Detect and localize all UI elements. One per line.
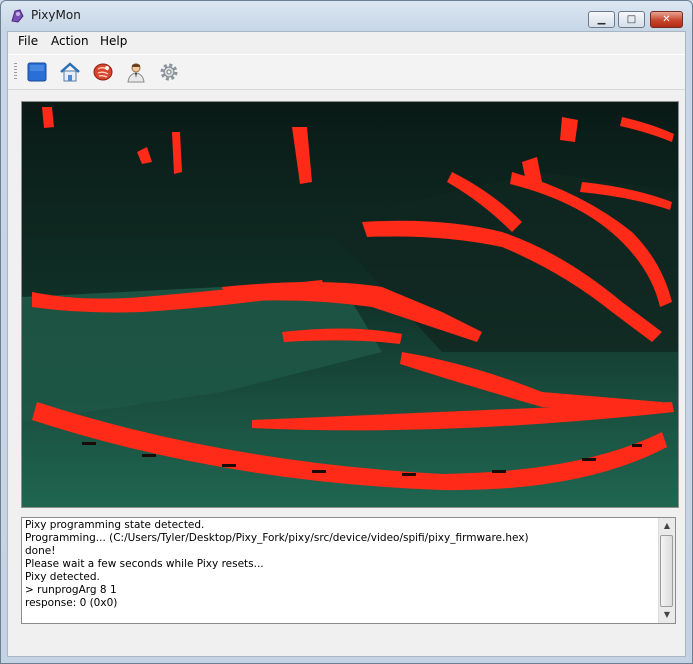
scroll-up-icon[interactable]: ▲ (660, 519, 674, 533)
menu-help[interactable]: Help (100, 34, 127, 48)
window-title: PixyMon (31, 8, 81, 22)
user-button[interactable] (125, 61, 147, 83)
video-view[interactable] (21, 101, 679, 508)
scroll-thumb[interactable] (660, 535, 673, 607)
home-button[interactable] (59, 61, 81, 83)
log-line: Please wait a few seconds while Pixy res… (25, 558, 264, 570)
toolbar-grip[interactable] (14, 63, 17, 81)
raw-video-button[interactable] (92, 61, 114, 83)
menu-file[interactable]: File (18, 34, 38, 48)
pixymon-app-icon (11, 9, 24, 23)
log-line: > runprogArg 8 1 (25, 584, 117, 596)
user-icon (127, 63, 145, 83)
menu-bar: File Action Help (8, 32, 685, 52)
stop-button[interactable] (26, 61, 48, 83)
title-bar[interactable]: PixyMon ▁ □ ✕ (1, 1, 692, 31)
log-line: response: 0 (0x0) (25, 597, 118, 609)
log-line: done! (25, 545, 56, 557)
main-area: File Action Help Pixy programming state … (7, 31, 686, 657)
stop-icon (27, 62, 47, 82)
toolbar (8, 54, 685, 90)
close-button[interactable]: ✕ (650, 11, 683, 28)
status-bar (8, 636, 685, 656)
log-line: Pixy programming state detected. (25, 519, 205, 531)
maximize-button[interactable]: □ (618, 11, 645, 28)
menu-action[interactable]: Action (51, 34, 89, 48)
settings-button[interactable] (158, 61, 180, 83)
log-line: Pixy detected. (25, 571, 100, 583)
home-icon (60, 62, 80, 82)
pixymon-window: PixyMon ▁ □ ✕ File Action Help Pixy prog… (0, 0, 693, 664)
log-text: Pixy programming state detected. Programm… (25, 519, 655, 610)
log-line: Programming... (C:/Users/Tyler/Desktop/P… (25, 532, 529, 544)
minimize-button[interactable]: ▁ (588, 11, 615, 28)
console-log[interactable]: Pixy programming state detected. Programm… (21, 517, 676, 624)
scroll-down-icon[interactable]: ▼ (660, 608, 674, 622)
raw-video-icon (93, 63, 113, 81)
camera-frame (22, 102, 678, 507)
gear-icon (160, 63, 178, 81)
log-scrollbar[interactable]: ▲ ▼ (658, 518, 675, 623)
